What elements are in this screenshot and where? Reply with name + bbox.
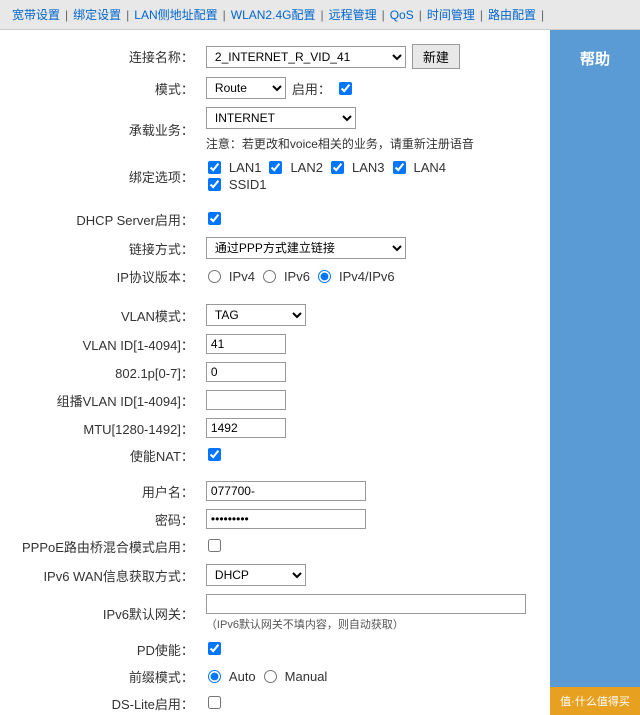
username-label: 用户名： — [16, 477, 200, 505]
link-method-label: 链接方式： — [16, 233, 200, 263]
nav-wlan[interactable]: WLAN2.4G配置 — [227, 4, 320, 25]
ipv4ipv6-label: IPv4/IPv6 — [339, 269, 395, 284]
ipv4-label: IPv4 — [229, 269, 255, 284]
ipv6-wan-label: IPv6 WAN信息获取方式： — [16, 560, 200, 590]
mode-label: 模式： — [16, 73, 200, 103]
ipv6-gateway-input[interactable] — [206, 594, 526, 614]
mode-select[interactable]: Route — [206, 77, 286, 99]
lan4-label: LAN4 — [414, 160, 447, 175]
pppoe-bridge-checkbox[interactable] — [208, 539, 221, 552]
nav-bind[interactable]: 绑定设置 — [69, 4, 125, 25]
pppoe-bridge-label: PPPoE路由桥混合模式启用： — [16, 533, 200, 560]
ds-lite-checkbox[interactable] — [208, 696, 221, 709]
lan2-checkbox[interactable] — [269, 161, 282, 174]
lan3-label: LAN3 — [352, 160, 385, 175]
lan1-checkbox[interactable] — [208, 161, 221, 174]
password-label: 密码： — [16, 505, 200, 533]
lan1-label: LAN1 — [229, 160, 262, 175]
prefix-mode-label: 前缀模式： — [16, 663, 200, 690]
username-input[interactable] — [206, 481, 366, 501]
dot1p-input[interactable] — [206, 362, 286, 382]
vlan-mode-label: VLAN模式： — [16, 300, 200, 330]
nav-route[interactable]: 路由配置 — [484, 4, 540, 25]
lan4-checkbox[interactable] — [393, 161, 406, 174]
new-button[interactable]: 新建 — [412, 44, 460, 69]
nav-remote[interactable]: 远程管理 — [325, 4, 381, 25]
link-method-select[interactable]: 通过PPP方式建立链接 — [206, 237, 406, 259]
note-text: 注意：若更改和voice相关的业务，请重新注册语音 — [206, 135, 474, 152]
top-navigation: 宽带设置 | 绑定设置 | LAN侧地址配置 | WLAN2.4G配置 | 远程… — [0, 0, 640, 30]
vlan-id-label: VLAN ID[1-4094]： — [16, 330, 200, 358]
sidebar-bottom-brand: 值·什么值得买 — [550, 687, 640, 715]
ds-lite-label: DS-Lite启用： — [16, 690, 200, 715]
ip-version-label: IP协议版本： — [16, 263, 200, 290]
ipv6-gateway-hint: （IPv6默认网关不填内容，则自动获取） — [206, 616, 528, 632]
prefix-manual-radio[interactable] — [264, 670, 277, 683]
dot1p-label: 802.1p[0-7]： — [16, 358, 200, 386]
lan3-checkbox[interactable] — [331, 161, 344, 174]
prefix-auto-radio[interactable] — [208, 670, 221, 683]
prefix-manual-label: Manual — [285, 669, 328, 684]
dhcp-server-checkbox[interactable] — [208, 212, 221, 225]
connection-name-select[interactable]: 2_INTERNET_R_VID_41 — [206, 46, 406, 68]
ipv6-wan-select[interactable]: DHCP — [206, 564, 306, 586]
enable-checkbox[interactable] — [339, 82, 352, 95]
vlan-id-input[interactable] — [206, 334, 286, 354]
ipv6-gateway-label: IPv6默认网关： — [16, 590, 200, 636]
nav-time[interactable]: 时间管理 — [423, 4, 479, 25]
nav-lan[interactable]: LAN侧地址配置 — [130, 4, 221, 25]
ipv4-radio[interactable] — [208, 270, 221, 283]
connection-name-label: 连接名称： — [16, 40, 200, 73]
pd-label: PD使能： — [16, 636, 200, 663]
nat-checkbox[interactable] — [208, 448, 221, 461]
prefix-auto-label: Auto — [229, 669, 256, 684]
mtu-label: MTU[1280-1492]： — [16, 414, 200, 442]
mtu-input[interactable] — [206, 418, 286, 438]
ipv6-radio[interactable] — [263, 270, 276, 283]
group-vlan-input[interactable] — [206, 390, 286, 410]
service-label: 承载业务： — [16, 103, 200, 156]
lan2-label: LAN2 — [290, 160, 323, 175]
help-button[interactable]: 帮助 — [564, 38, 626, 79]
group-vlan-label: 组播VLAN ID[1-4094]： — [16, 386, 200, 414]
pd-checkbox[interactable] — [208, 642, 221, 655]
password-input[interactable] — [206, 509, 366, 529]
ssid1-checkbox[interactable] — [208, 178, 221, 191]
ssid1-label: SSID1 — [229, 177, 267, 192]
service-select[interactable]: INTERNET — [206, 107, 356, 129]
ipv4ipv6-radio[interactable] — [318, 270, 331, 283]
vlan-mode-select[interactable]: TAG — [206, 304, 306, 326]
content-area: 连接名称： 2_INTERNET_R_VID_41 新建 模式： Route — [0, 30, 550, 715]
nat-label: 使能NAT： — [16, 442, 200, 469]
nav-qos[interactable]: QoS — [386, 6, 418, 24]
bind-label: 绑定选项： — [16, 156, 200, 196]
enable-label: 启用： — [292, 79, 331, 98]
dhcp-server-label: DHCP Server启用： — [16, 206, 200, 233]
ipv6-label: IPv6 — [284, 269, 310, 284]
nav-broadband[interactable]: 宽带设置 — [8, 4, 64, 25]
sidebar: 帮助 值·什么值得买 — [550, 30, 640, 715]
